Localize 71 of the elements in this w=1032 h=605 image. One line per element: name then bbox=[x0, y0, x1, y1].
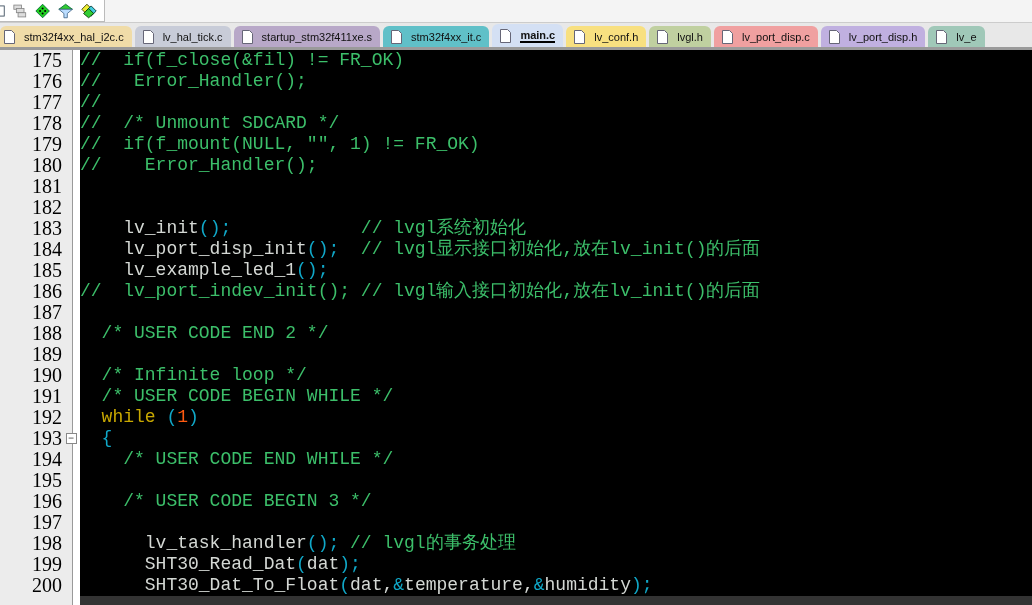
line-number: 189 bbox=[32, 344, 62, 365]
file-icon bbox=[657, 29, 669, 44]
line-number: 183 bbox=[32, 218, 62, 239]
code-line: // if(f_close(&fil) != FR_OK) bbox=[80, 50, 405, 70]
line-number: 196 bbox=[32, 491, 62, 512]
file-tab[interactable]: lv_port_disp.h bbox=[820, 26, 926, 47]
code-line: // bbox=[80, 92, 102, 112]
collapse-icon[interactable] bbox=[66, 433, 77, 444]
line-number: 181 bbox=[32, 176, 62, 197]
line-number: 178 bbox=[32, 113, 62, 134]
code-line: // lv_port_indev_init(); // lvgl输入接口初始化,放在lv_init()的后面 bbox=[80, 281, 761, 301]
code-line: // Error_Handler(); bbox=[80, 71, 307, 91]
line-number: 175 bbox=[32, 50, 62, 71]
code-line: // Error_Handler(); bbox=[80, 155, 318, 175]
code-line: /* Infinite loop */ bbox=[100, 365, 307, 385]
code-line: lv_example_led_1(); bbox=[122, 260, 329, 280]
code-line: while (1) bbox=[100, 407, 199, 427]
file-tab[interactable]: lv_hal_tick.c bbox=[134, 26, 231, 47]
line-number: 194 bbox=[32, 449, 62, 470]
file-tab[interactable]: startup_stm32f411xe.s bbox=[233, 26, 381, 47]
file-tab[interactable]: lv_e bbox=[928, 26, 985, 47]
code-line: /* USER CODE END 2 */ bbox=[100, 323, 329, 343]
diamond-icon[interactable] bbox=[34, 1, 50, 20]
line-number: 185 bbox=[32, 260, 62, 281]
code-line: lv_init(); // lvgl系统初始化 bbox=[122, 218, 527, 238]
layers-icon[interactable] bbox=[81, 1, 98, 20]
file-icon bbox=[241, 29, 253, 44]
file-icon bbox=[391, 29, 403, 44]
file-icon bbox=[4, 29, 15, 44]
line-number: 199 bbox=[32, 554, 62, 575]
code-line: /* USER CODE END WHILE */ bbox=[122, 449, 394, 469]
code-line: lv_port_disp_init(); // lvgl显示接口初始化,放在lv_init()的后面 bbox=[122, 239, 761, 259]
file-tab[interactable]: stm32f4xx_it.c bbox=[383, 26, 490, 47]
file-tab[interactable]: lvgl.h bbox=[649, 26, 711, 47]
file-tab[interactable]: lv_port_disp.c bbox=[713, 26, 818, 47]
line-number: 190 bbox=[32, 365, 62, 386]
code-line: // if(f_mount(NULL, "", 1) != FR_OK) bbox=[80, 134, 480, 154]
line-number: 191 bbox=[32, 386, 62, 407]
line-number: 180 bbox=[32, 155, 62, 176]
file-icon bbox=[500, 28, 512, 43]
file-icon bbox=[574, 29, 586, 44]
code-line: // /* Unmount SDCARD */ bbox=[80, 113, 340, 133]
line-number: 179 bbox=[32, 134, 62, 155]
line-number: 184 bbox=[32, 239, 62, 260]
line-number: 200 bbox=[32, 575, 62, 596]
line-number: 188 bbox=[32, 323, 62, 344]
file-tab[interactable]: stm32f4xx_hal_i2c.c bbox=[0, 26, 132, 47]
filter-icon[interactable] bbox=[57, 1, 74, 20]
code-line: lv_task_handler(); // lvgl的事务处理 bbox=[143, 533, 516, 553]
file-icon bbox=[721, 29, 733, 44]
code-line: /* USER CODE BEGIN WHILE */ bbox=[100, 386, 394, 406]
line-number: 182 bbox=[32, 197, 62, 218]
line-number: 198 bbox=[32, 533, 62, 554]
file-icon bbox=[828, 29, 840, 44]
line-number: 192 bbox=[32, 407, 62, 428]
code-line: /* USER CODE BEGIN 3 */ bbox=[122, 491, 372, 511]
line-number: 187 bbox=[32, 302, 62, 323]
windows-icon[interactable] bbox=[13, 2, 27, 19]
line-number: 195 bbox=[32, 470, 62, 491]
file-tab[interactable]: main.c bbox=[492, 24, 564, 47]
code-line: SHT30_Read_Dat(dat); bbox=[143, 554, 361, 574]
file-icon bbox=[142, 29, 154, 44]
code-line: SHT30_Dat_To_Float(dat,&temperature,&humidity); bbox=[143, 575, 653, 595]
file-icon bbox=[936, 29, 948, 44]
line-number: 197 bbox=[32, 512, 62, 533]
file-tab[interactable]: lv_conf.h bbox=[566, 26, 647, 47]
line-number: 186 bbox=[32, 281, 62, 302]
line-number: 176 bbox=[32, 71, 62, 92]
line-number: 177 bbox=[32, 92, 62, 113]
code-line: { bbox=[100, 428, 113, 448]
line-number: 193 bbox=[32, 428, 62, 449]
